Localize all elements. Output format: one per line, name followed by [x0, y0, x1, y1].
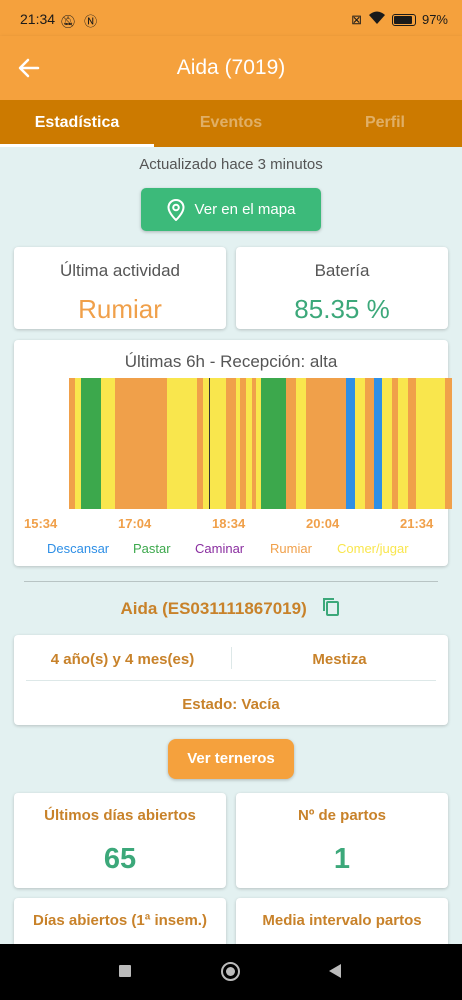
animal-id-label: Aida (ES031111867019)	[120, 599, 307, 618]
system-icons: ⊠ 97%	[351, 11, 448, 28]
tick-label: 18:34	[212, 516, 246, 531]
status-time: 21:34	[20, 11, 56, 27]
battery-percent: 97%	[421, 12, 448, 27]
bell-off-icon: 🔕︎	[60, 14, 77, 29]
battery-icon	[391, 13, 416, 26]
activity-timeline	[69, 378, 452, 509]
timeline-segment	[382, 378, 392, 509]
back-triangle-icon[interactable]	[329, 964, 341, 978]
last-activity-value: Rumiar	[78, 294, 162, 324]
animal-breed: Mestiza	[312, 651, 367, 668]
timeline-segment	[226, 378, 236, 509]
status-bar: 21:34 🔕︎ Ⓝ ⊠ 97%	[0, 0, 462, 36]
animal-age: 4 año(s) y 4 mes(es)	[50, 651, 195, 668]
home-icon[interactable]	[221, 962, 240, 981]
copy-icon[interactable]	[321, 597, 341, 617]
system-nav-bar	[0, 944, 462, 1000]
timeline-segment	[296, 378, 306, 509]
animal-id-row: Aida (ES031111867019)	[0, 597, 462, 619]
sim-off-icon: ⊠	[351, 11, 362, 27]
updated-text: Actualizado hace 3 minutos	[139, 156, 323, 173]
timeline-segment	[261, 378, 286, 509]
app-bar: Aida (7019)	[0, 36, 462, 100]
activity-chart-card: Últimas 6h - Recepción: alta 15:34 17:04	[14, 340, 452, 566]
tick-label: 15:34	[24, 516, 58, 531]
notification-icons: 🔕︎ Ⓝ	[60, 11, 97, 30]
timeline-segment	[81, 378, 101, 509]
wifi-icon	[368, 11, 386, 28]
stat-card-births: Nº de partos 1	[236, 793, 448, 888]
stat-value: 65	[103, 843, 137, 875]
animal-info-card: 4 año(s) y 4 mes(es) Mestiza Estado: Vac…	[14, 635, 448, 725]
battery-card: Batería 85.35 %	[236, 247, 448, 329]
stat-label: Nº de partos	[298, 807, 386, 824]
battery-label: Batería	[314, 261, 370, 280]
stat-label: Últimos días abiertos	[44, 807, 196, 824]
last-activity-label: Última actividad	[60, 261, 180, 280]
timeline-segment	[416, 378, 445, 509]
stat-label: Media intervalo partos	[262, 912, 422, 929]
stat-value: 1	[333, 843, 351, 875]
timeline-segment	[398, 378, 408, 509]
timeline-segment	[167, 378, 197, 509]
legend-caminar: Caminar	[195, 541, 245, 556]
legend-descansar: Descansar	[47, 541, 110, 556]
tick-label: 21:34	[400, 516, 434, 531]
legend-comer-jugar: Comer/jugar	[337, 541, 409, 556]
timeline-segment	[101, 378, 115, 509]
timeline-segment	[286, 378, 296, 509]
timeline-segment	[346, 378, 355, 509]
timeline-segment	[408, 378, 416, 509]
horizontal-separator	[26, 680, 436, 681]
chart-title: Últimas 6h - Recepción: alta	[124, 352, 338, 371]
timeline-segment	[355, 378, 365, 509]
timeline-segment	[115, 378, 167, 509]
tick-label: 20:04	[306, 516, 340, 531]
stat-card-open-days: Últimos días abiertos 65	[14, 793, 226, 888]
view-calves-button[interactable]: Ver terneros	[168, 739, 294, 779]
tab-eventos[interactable]: Eventos	[154, 100, 308, 147]
tab-bar: Estadística Eventos Perfil	[0, 100, 462, 147]
last-activity-card: Última actividad Rumiar	[14, 247, 226, 329]
timeline-segment	[365, 378, 374, 509]
map-pin-icon	[167, 198, 185, 221]
tab-estadistica[interactable]: Estadística	[0, 100, 154, 147]
battery-value: 85.35 %	[294, 294, 390, 324]
animal-state: Estado: Vacía	[182, 696, 280, 713]
nfc-icon: Ⓝ	[84, 14, 98, 29]
timeline-segment	[374, 378, 382, 509]
tab-indicator	[0, 144, 154, 147]
timeline-segment	[306, 378, 346, 509]
tick-label: 17:04	[118, 516, 152, 531]
timeline-segment	[210, 378, 226, 509]
timeline-segment	[445, 378, 452, 509]
legend-rumiar: Rumiar	[270, 541, 312, 556]
tab-perfil[interactable]: Perfil	[308, 100, 462, 147]
page-title: Aida (7019)	[176, 56, 286, 79]
recent-apps-icon[interactable]	[119, 965, 131, 977]
view-map-label: Ver en el mapa	[194, 201, 296, 218]
legend-pastar: Pastar	[133, 541, 171, 556]
section-divider	[24, 581, 438, 582]
stat-label: Días abiertos (1ª insem.)	[33, 912, 207, 929]
view-map-button[interactable]: Ver en el mapa	[141, 188, 321, 231]
